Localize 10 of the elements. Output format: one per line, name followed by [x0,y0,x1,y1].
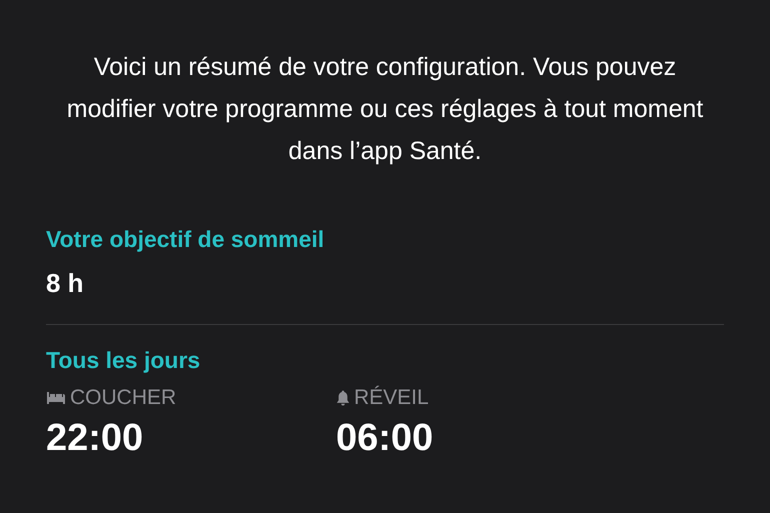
time-label: RÉVEIL [354,385,429,411]
section-heading: Tous les jours [46,346,202,375]
bell-icon [336,390,350,406]
time-label: COUCHER [70,385,176,411]
time-value: 06:00 [336,416,434,461]
time-value: 22:00 [46,416,144,461]
sleep-goal-value: 8 h [46,268,85,298]
description: Voici un résumé de votre configuration. Vous pouvez modifier votre programme ou ces réglages à tout moment dans l’app Santé. [66,52,704,167]
section-heading: Votre objectif de sommeil [46,225,326,254]
bed-icon [46,391,66,405]
